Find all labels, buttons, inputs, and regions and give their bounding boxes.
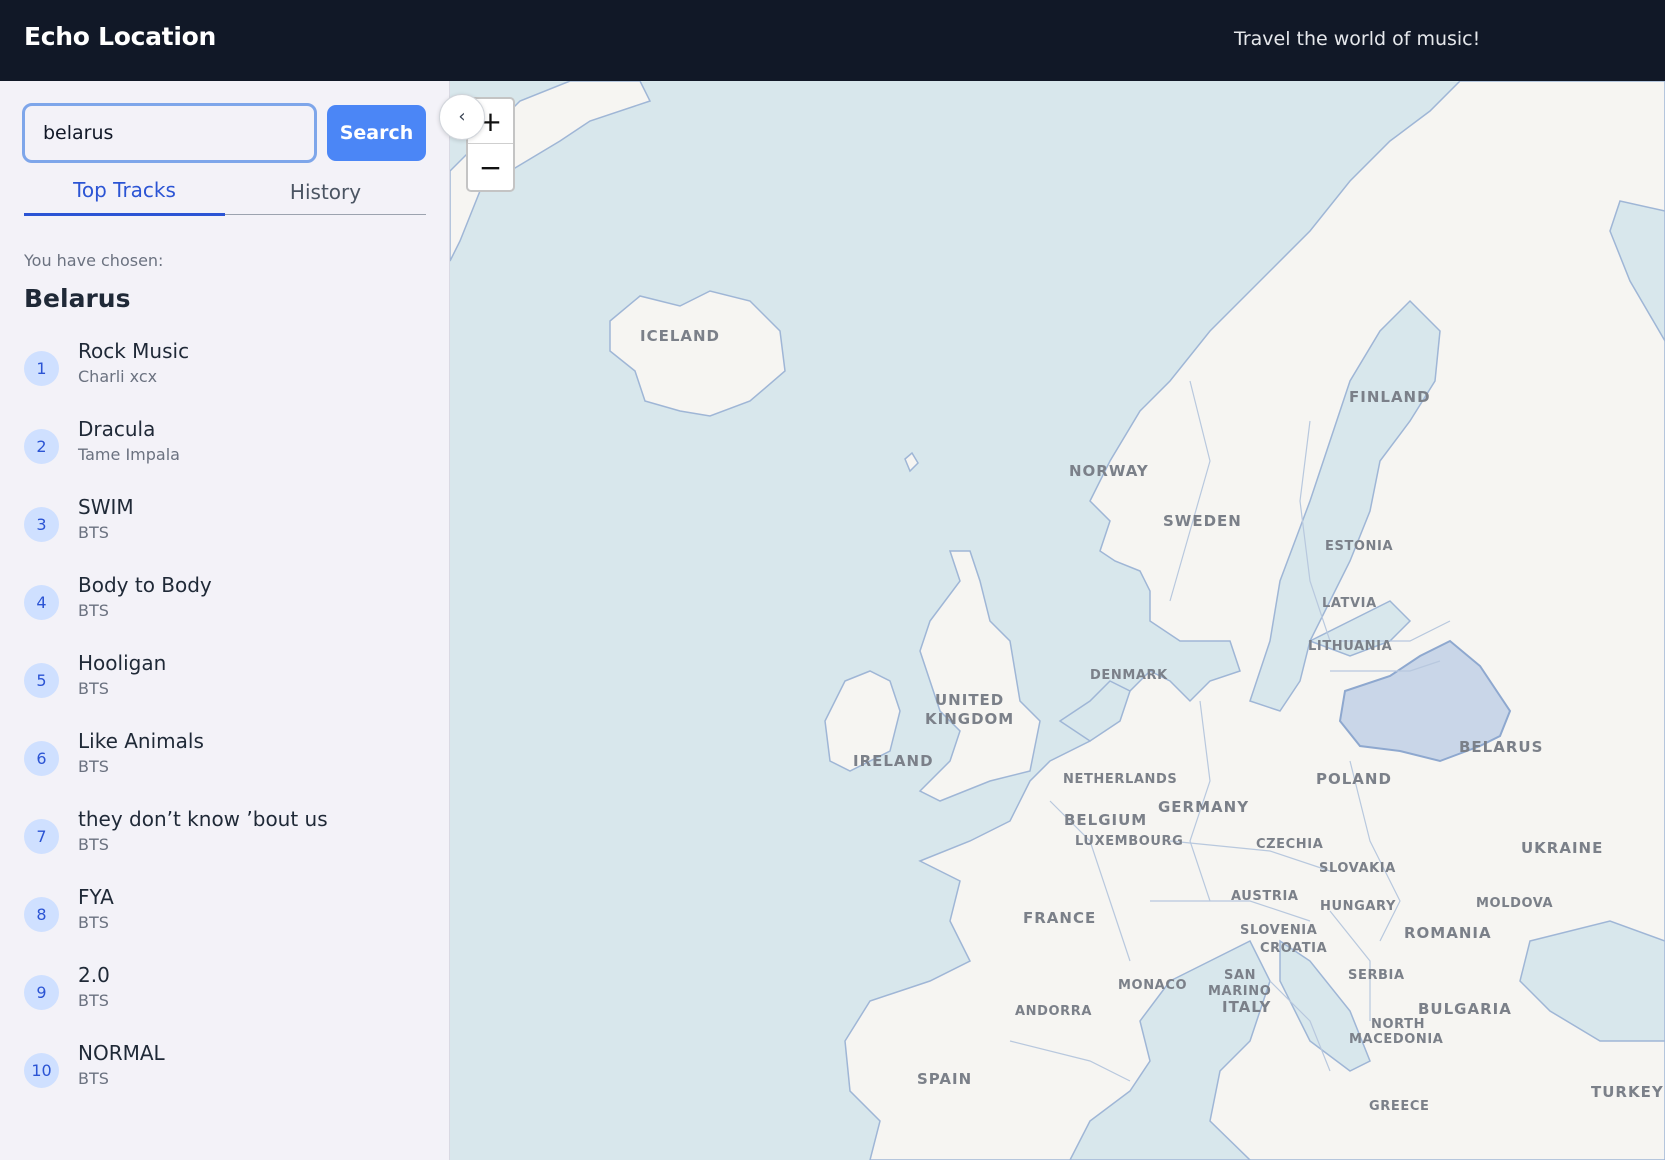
chosen-country: Belarus bbox=[24, 284, 131, 313]
track-title: Rock Music bbox=[78, 339, 190, 363]
label-austria: AUSTRIA bbox=[1231, 889, 1299, 904]
iceland-landmass bbox=[609, 290, 786, 417]
track-artist: Tame Impala bbox=[78, 445, 180, 464]
track-rank-badge: 4 bbox=[24, 585, 59, 620]
label-germany: GERMANY bbox=[1158, 798, 1249, 816]
track-rank-badge: 5 bbox=[24, 663, 59, 698]
track-rank-badge: 2 bbox=[24, 429, 59, 464]
track-list: 1 Rock Music Charli xcx 2 Dracula Tame I… bbox=[24, 339, 424, 1119]
label-croatia: CROATIA bbox=[1260, 941, 1327, 956]
track-item[interactable]: 10 NORMAL BTS bbox=[24, 1041, 424, 1119]
track-item[interactable]: 4 Body to Body BTS bbox=[24, 573, 424, 651]
search-button[interactable]: Search bbox=[327, 105, 426, 161]
label-moldova: MOLDOVA bbox=[1476, 896, 1553, 911]
track-title: Body to Body bbox=[78, 573, 212, 597]
label-italy: ITALY bbox=[1222, 998, 1271, 1016]
track-title: Hooligan bbox=[78, 651, 167, 675]
label-kingdom: KINGDOM bbox=[925, 710, 1014, 728]
label-france: FRANCE bbox=[1023, 909, 1096, 927]
label-monaco: MONACO bbox=[1118, 978, 1187, 993]
label-slovakia: SLOVAKIA bbox=[1319, 861, 1396, 876]
label-andorra: ANDORRA bbox=[1015, 1004, 1092, 1019]
track-artist: BTS bbox=[78, 679, 109, 698]
track-item[interactable]: 3 SWIM BTS bbox=[24, 495, 424, 573]
tab-history[interactable]: History bbox=[225, 173, 426, 215]
label-north: NORTH bbox=[1371, 1017, 1425, 1032]
great-britain-landmass bbox=[918, 550, 1041, 802]
search-input[interactable] bbox=[22, 103, 317, 163]
track-title: 2.0 bbox=[78, 963, 110, 987]
label-united: UNITED bbox=[935, 691, 1004, 709]
track-artist: BTS bbox=[78, 991, 109, 1010]
label-denmark: DENMARK bbox=[1090, 668, 1168, 683]
label-turkey: TURKEY bbox=[1591, 1083, 1664, 1101]
label-ireland: IRELAND bbox=[853, 752, 934, 770]
label-romania: ROMANIA bbox=[1404, 924, 1492, 942]
track-rank-badge: 10 bbox=[24, 1053, 59, 1088]
track-title: SWIM bbox=[78, 495, 134, 519]
top-bar: Echo Location Travel the world of music! bbox=[0, 0, 1665, 81]
track-item[interactable]: 5 Hooligan BTS bbox=[24, 651, 424, 729]
label-latvia: LATVIA bbox=[1322, 596, 1377, 611]
track-item[interactable]: 9 2.0 BTS bbox=[24, 963, 424, 1041]
track-title: Dracula bbox=[78, 417, 156, 441]
zoom-out-button[interactable]: − bbox=[468, 145, 513, 190]
label-finland: FINLAND bbox=[1349, 388, 1431, 406]
track-title: they don’t know ’bout us bbox=[78, 807, 328, 831]
label-czechia: CZECHIA bbox=[1256, 837, 1323, 852]
track-title: Like Animals bbox=[78, 729, 204, 753]
label-belarus: BELARUS bbox=[1459, 738, 1543, 756]
sidebar: Search Top Tracks History You have chose… bbox=[0, 81, 450, 1160]
label-lithuania: LITHUANIA bbox=[1308, 639, 1392, 654]
label-belgium: BELGIUM bbox=[1064, 811, 1147, 829]
track-rank-badge: 3 bbox=[24, 507, 59, 542]
label-ukraine: UKRAINE bbox=[1521, 839, 1603, 857]
label-bulgaria: BULGARIA bbox=[1418, 1000, 1512, 1018]
track-rank-badge: 6 bbox=[24, 741, 59, 776]
track-item[interactable]: 8 FYA BTS bbox=[24, 885, 424, 963]
label-marino: MARINO bbox=[1208, 984, 1271, 999]
track-title: NORMAL bbox=[78, 1041, 165, 1065]
track-artist: BTS bbox=[78, 757, 109, 776]
label-slovenia: SLOVENIA bbox=[1240, 923, 1317, 938]
faroe-landmass bbox=[904, 451, 919, 473]
label-luxembourg: LUXEMBOURG bbox=[1075, 834, 1183, 849]
label-serbia: SERBIA bbox=[1348, 968, 1405, 983]
track-artist: BTS bbox=[78, 835, 109, 854]
track-rank-badge: 1 bbox=[24, 351, 59, 386]
tab-top-tracks[interactable]: Top Tracks bbox=[24, 173, 225, 216]
track-rank-badge: 7 bbox=[24, 819, 59, 854]
map[interactable]: ICELAND NORWAY SWEDEN FINLAND ESTONIA LA… bbox=[450, 81, 1665, 1160]
track-artist: BTS bbox=[78, 523, 109, 542]
track-item[interactable]: 1 Rock Music Charli xcx bbox=[24, 339, 424, 417]
track-item[interactable]: 7 they don’t know ’bout us BTS bbox=[24, 807, 424, 885]
tagline: Travel the world of music! bbox=[1234, 28, 1481, 50]
label-netherlands: NETHERLANDS bbox=[1063, 772, 1177, 787]
tab-bar: Top Tracks History bbox=[24, 173, 426, 216]
chosen-label: You have chosen: bbox=[24, 251, 164, 270]
label-spain: SPAIN bbox=[917, 1070, 972, 1088]
map-canvas[interactable]: ICELAND NORWAY SWEDEN FINLAND ESTONIA LA… bbox=[450, 81, 1665, 1160]
label-iceland: ICELAND bbox=[640, 327, 720, 345]
label-sweden: SWEDEN bbox=[1163, 512, 1242, 530]
label-san: SAN bbox=[1224, 968, 1256, 983]
track-item[interactable]: 6 Like Animals BTS bbox=[24, 729, 424, 807]
label-macedonia: MACEDONIA bbox=[1349, 1032, 1443, 1047]
track-artist: BTS bbox=[78, 601, 109, 620]
label-estonia: ESTONIA bbox=[1325, 539, 1393, 554]
track-item[interactable]: 2 Dracula Tame Impala bbox=[24, 417, 424, 495]
track-artist: BTS bbox=[78, 1069, 109, 1088]
label-hungary: HUNGARY bbox=[1320, 899, 1396, 914]
track-artist: BTS bbox=[78, 913, 109, 932]
label-poland: POLAND bbox=[1316, 770, 1392, 788]
track-rank-badge: 9 bbox=[24, 975, 59, 1010]
label-norway: NORWAY bbox=[1069, 462, 1149, 480]
chevron-left-icon: ‹ bbox=[458, 106, 466, 127]
label-greece: GREECE bbox=[1369, 1099, 1429, 1114]
track-rank-badge: 8 bbox=[24, 897, 59, 932]
track-artist: Charli xcx bbox=[78, 367, 158, 386]
app-title: Echo Location bbox=[24, 22, 216, 51]
track-title: FYA bbox=[78, 885, 114, 909]
collapse-sidebar-button[interactable]: ‹ bbox=[439, 94, 485, 140]
